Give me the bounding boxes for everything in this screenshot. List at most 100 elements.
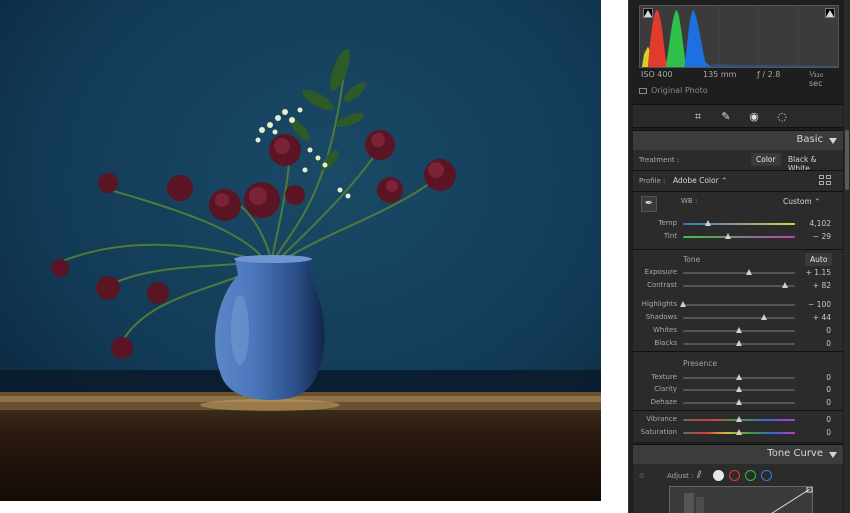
wb-label: WB : bbox=[681, 197, 698, 205]
blacks-value[interactable]: 0 bbox=[795, 339, 831, 348]
tint-value[interactable]: − 29 bbox=[795, 232, 831, 241]
photo-bottom-gap bbox=[0, 501, 628, 513]
histogram-graph bbox=[640, 6, 838, 67]
vibrance-slider-handle[interactable] bbox=[736, 416, 742, 422]
shadows-slider[interactable] bbox=[683, 317, 795, 319]
crop-icon[interactable]: ⌗ bbox=[691, 110, 705, 124]
temp-slider-handle[interactable] bbox=[704, 220, 711, 226]
tint-slider[interactable] bbox=[683, 236, 795, 238]
contrast-slider-handle[interactable] bbox=[781, 282, 788, 288]
tint-label: Tint bbox=[663, 232, 677, 240]
exposure-label: Exposure bbox=[644, 268, 677, 276]
exposure-slider[interactable] bbox=[683, 272, 795, 274]
target-adjust-icon[interactable]: ⊙ bbox=[639, 472, 645, 480]
exif-aperture: ƒ / 2.8 bbox=[757, 70, 781, 79]
tint-slider-handle[interactable] bbox=[724, 233, 731, 239]
shadows-label: Shadows bbox=[645, 313, 677, 321]
divider bbox=[633, 191, 843, 192]
whites-value[interactable]: 0 bbox=[795, 326, 831, 335]
whites-label: Whites bbox=[652, 326, 677, 334]
profile-label: Profile : bbox=[639, 177, 666, 185]
temp-slider[interactable] bbox=[683, 223, 795, 225]
whites-slider-handle[interactable] bbox=[736, 327, 742, 333]
shadow-clipping-icon bbox=[644, 10, 652, 17]
develop-panel: ISO 400 135 mm ƒ / 2.8 ¹⁄₃₂₀ sec Origina… bbox=[628, 0, 850, 513]
shadows-slider-handle[interactable] bbox=[760, 314, 767, 320]
curve-channel-blue[interactable] bbox=[761, 470, 772, 481]
temp-value[interactable]: 4,102 bbox=[795, 219, 831, 228]
wb-eyedropper-icon[interactable]: ✒ bbox=[641, 196, 657, 212]
vibrance-label: Vibrance bbox=[646, 415, 677, 423]
basic-panel-title: Basic bbox=[796, 134, 823, 145]
tone-curve-graph[interactable] bbox=[669, 486, 813, 513]
adjust-label: Adjust : bbox=[667, 472, 694, 480]
original-photo-label: Original Photo bbox=[651, 86, 708, 95]
temp-label: Temp bbox=[658, 219, 677, 227]
original-photo-toggle[interactable]: Original Photo bbox=[639, 86, 708, 95]
tone-curve-svg bbox=[684, 486, 813, 513]
curve-channel-green[interactable] bbox=[745, 470, 756, 481]
saturation-slider-handle[interactable] bbox=[736, 429, 742, 435]
wb-dropdown[interactable]: Custom ⌃ bbox=[783, 197, 820, 206]
highlights-slider-handle[interactable] bbox=[680, 301, 686, 307]
profile-dropdown[interactable]: Adobe Color ⌃ bbox=[673, 176, 727, 185]
exif-focal: 135 mm bbox=[703, 70, 737, 79]
treatment-color-button[interactable]: Color bbox=[751, 153, 781, 166]
exif-iso: ISO 400 bbox=[641, 70, 673, 79]
divider bbox=[633, 410, 843, 411]
collapse-triangle-icon[interactable] bbox=[829, 138, 837, 144]
contrast-label: Contrast bbox=[647, 281, 677, 289]
tone-section-label: Tone bbox=[683, 255, 701, 264]
collapse-triangle-icon[interactable] bbox=[829, 452, 837, 458]
dehaze-slider-handle[interactable] bbox=[736, 399, 742, 405]
blacks-label: Blacks bbox=[654, 339, 677, 347]
highlights-value[interactable]: − 100 bbox=[795, 300, 831, 309]
photo-preview[interactable] bbox=[0, 0, 601, 501]
dehaze-value[interactable]: 0 bbox=[795, 398, 831, 407]
vibrance-value[interactable]: 0 bbox=[795, 415, 831, 424]
treatment-bw-button[interactable]: Black & White bbox=[783, 153, 843, 175]
masking-icon[interactable]: ◌ bbox=[775, 110, 789, 124]
healing-icon[interactable]: ✎ bbox=[719, 110, 733, 124]
photo-image bbox=[0, 0, 601, 501]
scrollbar-thumb[interactable] bbox=[845, 130, 849, 190]
panel-scrollbar[interactable] bbox=[844, 0, 850, 513]
curve-channel-white[interactable] bbox=[713, 470, 724, 481]
exposure-value[interactable]: + 1.15 bbox=[795, 268, 831, 277]
saturation-value[interactable]: 0 bbox=[795, 428, 831, 437]
saturation-label: Saturation bbox=[640, 428, 678, 436]
shadows-value[interactable]: + 44 bbox=[795, 313, 831, 322]
tone-curve-panel-title: Tone Curve bbox=[767, 448, 823, 459]
divider bbox=[633, 351, 843, 352]
divider bbox=[633, 170, 843, 171]
clarity-slider-handle[interactable] bbox=[736, 386, 742, 392]
texture-slider-handle[interactable] bbox=[736, 374, 742, 380]
auto-tone-button[interactable]: Auto bbox=[805, 253, 833, 266]
highlights-slider[interactable] bbox=[683, 304, 795, 306]
exif-info: ISO 400 135 mm ƒ / 2.8 ¹⁄₃₂₀ sec bbox=[639, 70, 839, 88]
redeye-icon[interactable]: ◉ bbox=[747, 110, 761, 124]
contrast-slider[interactable] bbox=[683, 285, 795, 287]
tone-curve-panel-header[interactable]: Tone Curve bbox=[633, 444, 843, 464]
filmstrip-gap bbox=[601, 0, 628, 513]
blacks-slider-handle[interactable] bbox=[736, 340, 742, 346]
original-photo-checkbox[interactable] bbox=[639, 87, 647, 94]
texture-value[interactable]: 0 bbox=[795, 373, 831, 382]
curve-channel-red[interactable] bbox=[729, 470, 740, 481]
presence-section-label: Presence bbox=[683, 359, 717, 368]
clarity-value[interactable]: 0 bbox=[795, 385, 831, 394]
contrast-value[interactable]: + 82 bbox=[795, 281, 831, 290]
profile-browser-icon[interactable] bbox=[819, 175, 832, 186]
histogram[interactable] bbox=[639, 5, 839, 68]
clarity-label: Clarity bbox=[654, 385, 677, 393]
treatment-label: Treatment : bbox=[639, 156, 680, 164]
exposure-slider-handle[interactable] bbox=[746, 269, 753, 275]
highlight-clipping-icon bbox=[826, 10, 834, 17]
tool-strip: ⌗ ✎ ◉ ◌ bbox=[633, 104, 843, 128]
exif-shutter: ¹⁄₃₂₀ sec bbox=[809, 70, 824, 88]
divider bbox=[633, 249, 843, 250]
parametric-curve-icon[interactable]: ⫽ bbox=[697, 470, 701, 481]
dehaze-label: Dehaze bbox=[650, 398, 677, 406]
texture-label: Texture bbox=[651, 373, 677, 381]
basic-panel-header[interactable]: Basic bbox=[633, 130, 843, 150]
